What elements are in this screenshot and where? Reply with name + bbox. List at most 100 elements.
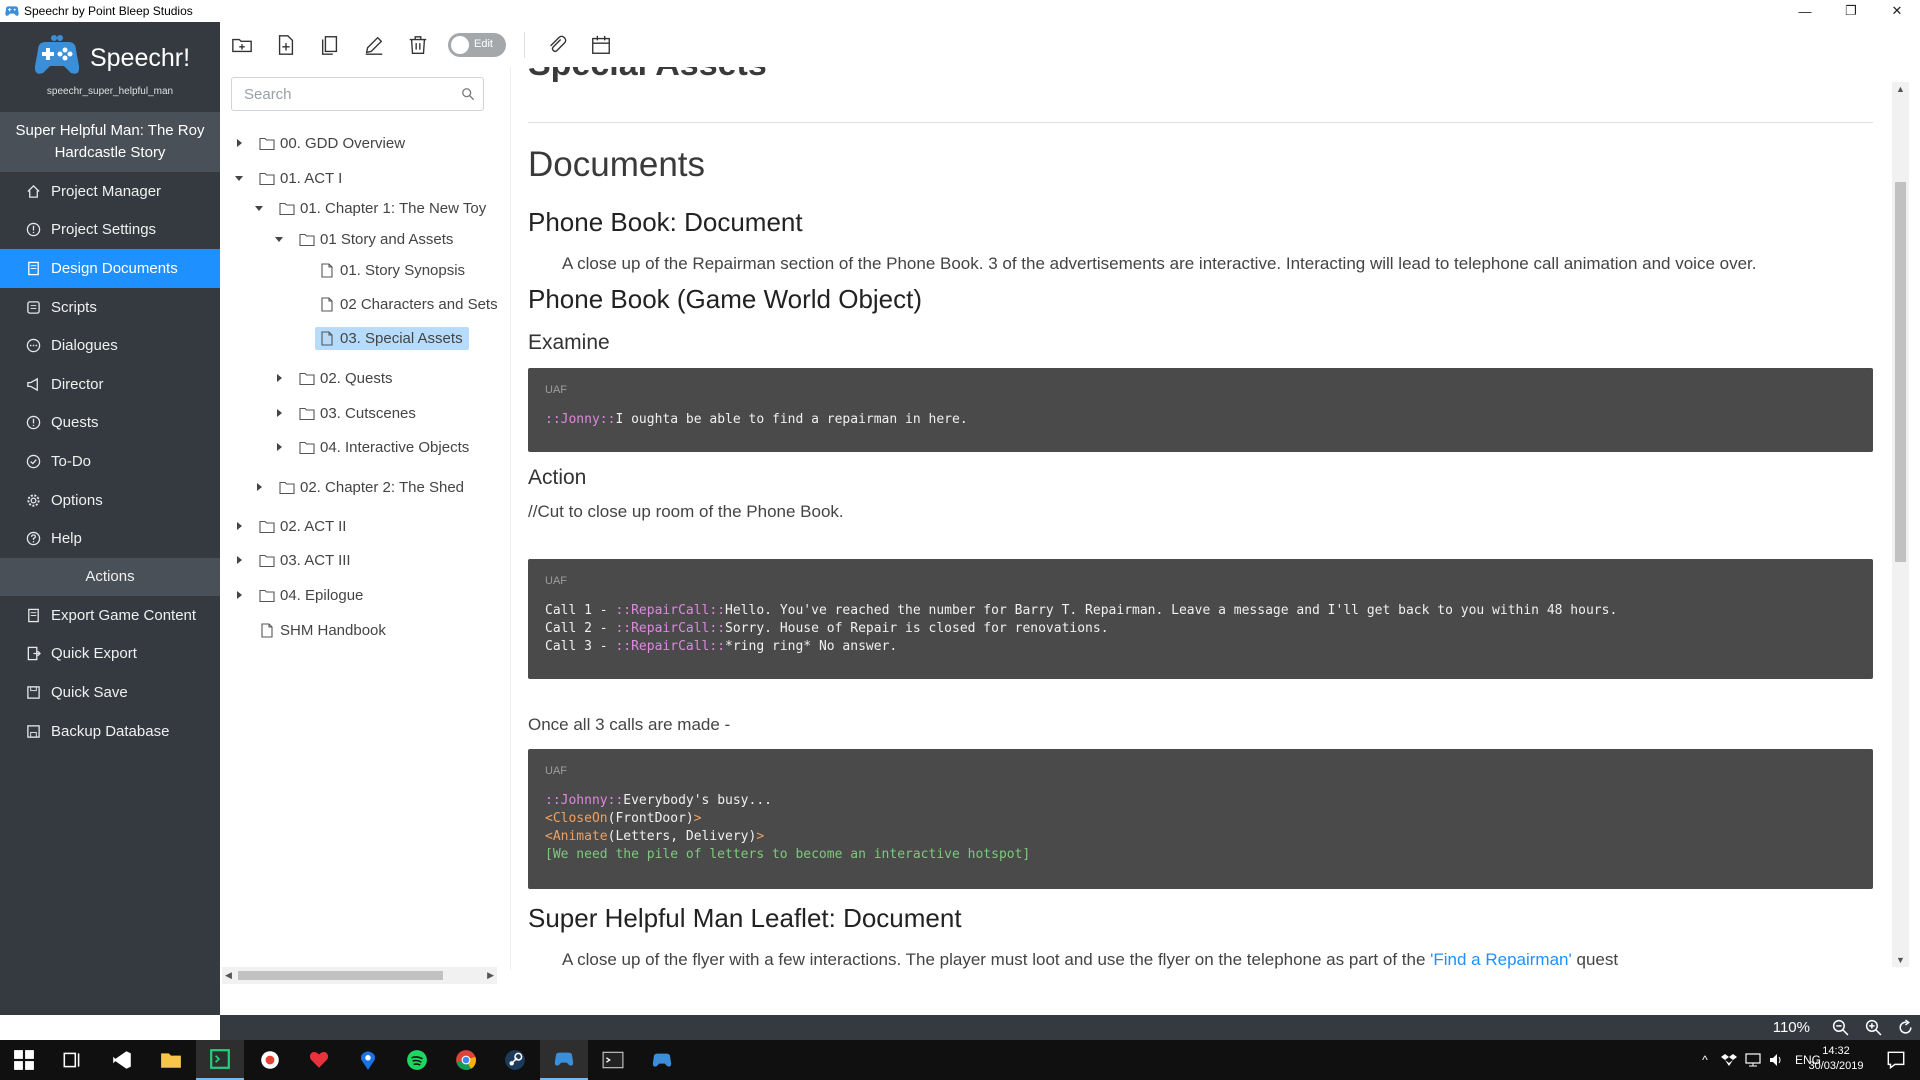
- tree-item[interactable]: 01 Story and Assets: [273, 226, 459, 252]
- close-button[interactable]: ✕: [1874, 0, 1920, 22]
- tree-item-label-wrap[interactable]: 03. Cutscenes: [295, 402, 422, 425]
- tree-item[interactable]: 03. Cutscenes: [273, 400, 422, 426]
- zoom-in-icon[interactable]: [1865, 1019, 1882, 1036]
- tree-item-label-wrap[interactable]: 04. Interactive Objects: [295, 436, 475, 459]
- tree-item-label-wrap[interactable]: 03. Special Assets: [315, 326, 469, 350]
- taskbar-app-heart[interactable]: [295, 1040, 343, 1080]
- document-viewer[interactable]: Special Assets Documents Phone Book: Doc…: [510, 67, 1902, 970]
- nav-project-settings[interactable]: Project Settings: [0, 211, 220, 250]
- caret-right-icon[interactable]: [233, 554, 245, 566]
- nav-project-manager[interactable]: Project Manager: [0, 172, 220, 211]
- taskbar-app-browser-alt[interactable]: [246, 1040, 294, 1080]
- tree-item-label-wrap[interactable]: 01 Story and Assets: [295, 228, 459, 251]
- tree-item-label-wrap[interactable]: 02 Characters and Sets: [315, 293, 504, 316]
- tree-item[interactable]: 01. Story Synopsis: [293, 257, 471, 283]
- tree-item[interactable]: 02 Characters and Sets: [293, 291, 504, 317]
- project-title[interactable]: Super Helpful Man: The Roy Hardcastle St…: [0, 112, 220, 172]
- caret-right-icon[interactable]: [253, 481, 265, 493]
- nav-quests[interactable]: Quests: [0, 404, 220, 443]
- caret-right-icon[interactable]: [273, 441, 285, 453]
- scrollbar-thumb[interactable]: [1895, 182, 1906, 562]
- action-quick-save[interactable]: Quick Save: [0, 673, 220, 712]
- taskbar-app-spotify[interactable]: [393, 1040, 441, 1080]
- volume-icon[interactable]: [1769, 1053, 1785, 1067]
- taskbar-app-cmd[interactable]: [589, 1040, 637, 1080]
- caret-down-icon[interactable]: [273, 233, 285, 245]
- action-export-game-content[interactable]: Export Game Content: [0, 596, 220, 635]
- scrollbar-thumb[interactable]: [238, 971, 443, 980]
- taskbar-app-explorer[interactable]: [147, 1040, 195, 1080]
- tree-item[interactable]: 00. GDD Overview: [233, 130, 411, 156]
- tree-item-label-wrap[interactable]: 01. ACT I: [255, 167, 348, 190]
- tray-chevron-up-icon[interactable]: ^: [1693, 1053, 1717, 1067]
- edit-toggle[interactable]: Edit: [448, 32, 506, 57]
- tree-horizontal-scrollbar[interactable]: ◀ ▶: [222, 967, 497, 984]
- nav-design-documents[interactable]: Design Documents: [0, 249, 220, 288]
- taskbar-app-terminal[interactable]: [196, 1040, 244, 1080]
- search-input[interactable]: [244, 79, 454, 109]
- tree-item-label-wrap[interactable]: SHM Handbook: [255, 619, 392, 642]
- taskbar-app-speechr[interactable]: [540, 1040, 588, 1080]
- taskbar-app-speechr-2[interactable]: [638, 1040, 686, 1080]
- caret-right-icon[interactable]: [273, 407, 285, 419]
- attach-button[interactable]: [535, 23, 579, 67]
- caret-down-icon[interactable]: [253, 202, 265, 214]
- nav-director[interactable]: Director: [0, 365, 220, 404]
- task-view-button[interactable]: [48, 1040, 96, 1080]
- scroll-up-arrow-icon[interactable]: ▲: [1896, 84, 1905, 94]
- tree-item[interactable]: 03. ACT III: [233, 547, 357, 573]
- rename-button[interactable]: [352, 23, 396, 67]
- nav-todo[interactable]: To-Do: [0, 442, 220, 481]
- caret-right-icon[interactable]: [233, 589, 245, 601]
- tree-item-label-wrap[interactable]: 00. GDD Overview: [255, 132, 411, 155]
- calendar-button[interactable]: [579, 23, 623, 67]
- scroll-left-arrow-icon[interactable]: ◀: [225, 970, 232, 981]
- tree-item-label-wrap[interactable]: 02. Chapter 2: The Shed: [275, 476, 470, 499]
- action-backup-database[interactable]: Backup Database: [0, 712, 220, 751]
- scroll-down-arrow-icon[interactable]: ▼: [1896, 955, 1905, 965]
- nav-dialogues[interactable]: Dialogues: [0, 326, 220, 365]
- tree-item[interactable]: 01. ACT I: [233, 165, 348, 191]
- tree-item[interactable]: 02. Quests: [273, 365, 399, 391]
- document-vertical-scrollbar[interactable]: ▲ ▼: [1892, 82, 1909, 967]
- caret-right-icon[interactable]: [273, 372, 285, 384]
- tree-item[interactable]: 02. ACT II: [233, 513, 352, 539]
- tree-item-label-wrap[interactable]: 02. Quests: [295, 367, 399, 390]
- taskbar-app-chrome[interactable]: [442, 1040, 490, 1080]
- tree-item[interactable]: SHM Handbook: [233, 617, 392, 643]
- scroll-right-arrow-icon[interactable]: ▶: [487, 970, 494, 981]
- zoom-reset-icon[interactable]: [1897, 1019, 1914, 1036]
- tree-item-label-wrap[interactable]: 01. Chapter 1: The New Toy: [275, 197, 492, 220]
- tree-item[interactable]: 04. Interactive Objects: [273, 434, 475, 460]
- start-button[interactable]: [0, 1040, 48, 1080]
- new-folder-button[interactable]: [220, 23, 264, 67]
- quest-link[interactable]: 'Find a Repairman': [1430, 950, 1572, 969]
- tree-item-label-wrap[interactable]: 02. ACT II: [255, 515, 352, 538]
- nav-help[interactable]: Help: [0, 519, 220, 558]
- taskbar-app-editor[interactable]: [98, 1040, 146, 1080]
- taskbar-app-maps[interactable]: [344, 1040, 392, 1080]
- minimize-button[interactable]: —: [1782, 0, 1828, 22]
- tree-item[interactable]: 04. Epilogue: [233, 582, 369, 608]
- caret-right-icon[interactable]: [233, 137, 245, 149]
- zoom-out-icon[interactable]: [1832, 1019, 1849, 1036]
- action-center-button[interactable]: [1872, 1040, 1920, 1080]
- tree-item-label-wrap[interactable]: 01. Story Synopsis: [315, 259, 471, 282]
- taskbar-app-steam[interactable]: [491, 1040, 539, 1080]
- delete-button[interactable]: [396, 23, 440, 67]
- network-icon[interactable]: [1745, 1053, 1761, 1067]
- action-quick-export[interactable]: Quick Export: [0, 635, 220, 674]
- dropbox-icon[interactable]: [1721, 1053, 1737, 1067]
- tree-search[interactable]: [231, 77, 484, 111]
- tree-item-label-wrap[interactable]: 03. ACT III: [255, 549, 357, 572]
- caret-right-icon[interactable]: [233, 520, 245, 532]
- duplicate-button[interactable]: [308, 23, 352, 67]
- new-file-button[interactable]: [264, 23, 308, 67]
- taskbar-clock[interactable]: 14:32 30/03/2019: [1800, 1044, 1872, 1074]
- tree-item[interactable]: 03. Special Assets: [293, 325, 469, 351]
- tree-item-label-wrap[interactable]: 04. Epilogue: [255, 584, 369, 607]
- restore-button[interactable]: ❐: [1828, 0, 1874, 22]
- nav-scripts[interactable]: Scripts: [0, 288, 220, 327]
- caret-down-icon[interactable]: [233, 172, 245, 184]
- tree-item[interactable]: 01. Chapter 1: The New Toy: [253, 195, 492, 221]
